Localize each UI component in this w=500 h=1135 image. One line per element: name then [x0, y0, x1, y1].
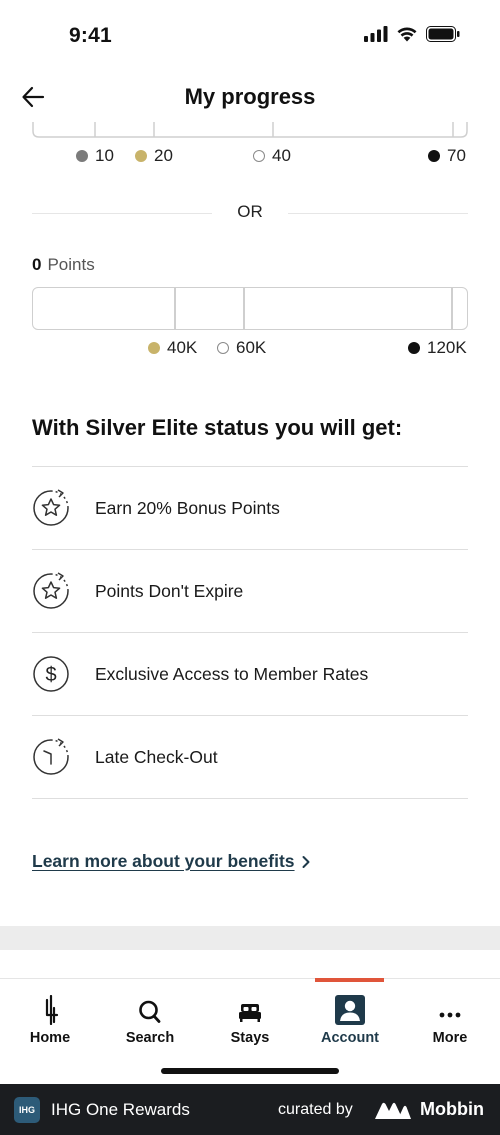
tab-bar: Home Search Stays Account More	[0, 978, 500, 1084]
benefit-label: Late Check-Out	[95, 746, 218, 767]
points-label: 0 Points	[32, 255, 95, 275]
benefit-item: Points Don't Expire	[32, 550, 468, 633]
learn-more-label[interactable]: Learn more about your benefits	[32, 851, 295, 872]
points-unit: Points	[47, 255, 95, 274]
tab-label: Stays	[230, 1030, 270, 1046]
status-icons	[364, 26, 460, 42]
star-refresh-icon	[32, 572, 70, 610]
or-text: OR	[237, 202, 263, 221]
svg-text:$: $	[45, 664, 56, 686]
bed-icon	[238, 987, 262, 1025]
benefit-label: Earn 20% Bonus Points	[95, 497, 280, 518]
nights-marker: 20	[135, 146, 173, 166]
footer-curated-label: curated by	[278, 1101, 353, 1118]
benefit-label: Points Don't Expire	[95, 580, 244, 601]
tab-label: Account	[321, 1030, 379, 1046]
footer-brand: Mobbin	[420, 1099, 484, 1119]
silver-dot	[217, 342, 229, 354]
points-marker: 120K	[408, 338, 467, 358]
app-logo-icon: IHG	[14, 1097, 40, 1123]
grey-dot	[76, 150, 88, 162]
tab-label: Search	[125, 1030, 175, 1046]
footer-bar: IHG IHG One Rewards curated by Mobbin	[0, 1084, 500, 1135]
clock-icon	[32, 738, 70, 776]
account-icon	[335, 987, 365, 1025]
tab-more[interactable]: More	[400, 979, 500, 1049]
progress-content[interactable]: 10 20 40 70 OR 0 Points 40K 60K 120K With	[0, 122, 500, 978]
chevron-right-icon	[302, 855, 310, 868]
silver-dot	[253, 150, 265, 162]
nights-marker: 10	[76, 146, 114, 166]
more-icon	[439, 987, 461, 1025]
status-bar: 9:41	[0, 0, 500, 72]
nights-marker: 70	[428, 146, 466, 166]
gold-dot	[135, 150, 147, 162]
signal-icon	[364, 26, 388, 42]
footer-app-name: IHG One Rewards	[51, 1100, 190, 1119]
battery-icon	[426, 26, 460, 42]
benefit-item: Earn 20% Bonus Points	[32, 467, 468, 550]
mobbin-logo-icon	[375, 1102, 411, 1119]
tab-account[interactable]: Account	[300, 979, 400, 1049]
tab-search[interactable]: Search	[100, 979, 200, 1049]
points-marker: 40K	[148, 338, 197, 358]
points-value: 0	[32, 255, 42, 274]
tab-label: More	[432, 1030, 468, 1046]
points-marker: 60K	[217, 338, 266, 358]
dollar-circle-icon: $	[32, 655, 70, 693]
benefits-list: Earn 20% Bonus Points Points Don't Expir…	[32, 466, 468, 799]
ihg-logo-icon	[40, 987, 60, 1025]
search-icon	[138, 987, 162, 1025]
points-progress-bar	[32, 287, 468, 330]
page-title: My progress	[184, 84, 316, 109]
black-dot	[408, 342, 420, 354]
gold-dot	[148, 342, 160, 354]
nights-progress-bar	[32, 122, 468, 138]
nights-marker: 40	[253, 146, 291, 166]
or-divider: OR	[32, 202, 468, 224]
benefit-label: Exclusive Access to Member Rates	[95, 663, 369, 684]
benefit-item: Late Check-Out	[32, 716, 468, 799]
black-dot	[428, 150, 440, 162]
tab-stays[interactable]: Stays	[200, 979, 300, 1049]
section-separator	[0, 926, 500, 950]
star-refresh-icon	[32, 489, 70, 527]
home-indicator	[161, 1068, 339, 1074]
benefit-item: $ Exclusive Access to Member Rates	[32, 633, 468, 716]
benefits-heading: With Silver Elite status you will get:	[32, 415, 403, 440]
status-time: 9:41	[69, 24, 112, 47]
nav-bar: My progress	[0, 72, 500, 122]
wifi-icon	[397, 27, 417, 42]
learn-more-link[interactable]: Learn more about your benefits	[32, 851, 311, 872]
tab-home[interactable]: Home	[0, 979, 100, 1049]
tab-label: Home	[29, 1030, 71, 1046]
